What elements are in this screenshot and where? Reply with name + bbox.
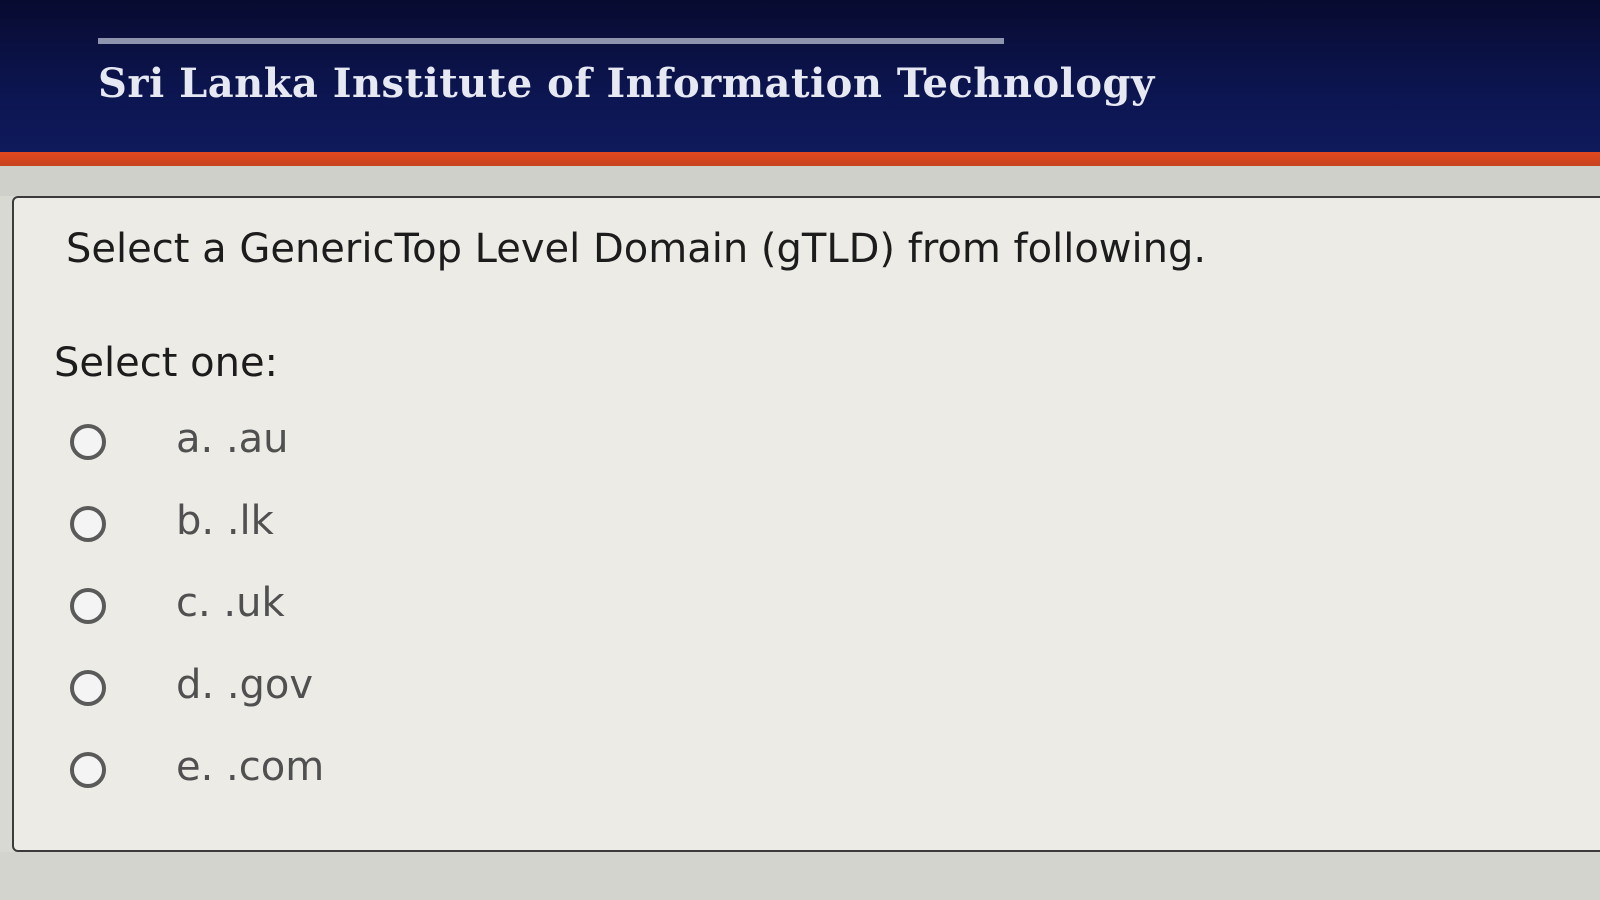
header-accent-bar bbox=[0, 152, 1600, 166]
radio-unchecked-icon[interactable] bbox=[70, 752, 106, 788]
question-text: Select a GenericTop Level Domain (gTLD) … bbox=[66, 226, 1207, 272]
radio-unchecked-icon[interactable] bbox=[70, 670, 106, 706]
radio-unchecked-icon[interactable] bbox=[70, 506, 106, 542]
site-header: Sri Lanka Institute of Information Techn… bbox=[0, 0, 1600, 152]
answer-option-c[interactable]: c. .uk bbox=[70, 578, 470, 638]
radio-unchecked-icon[interactable] bbox=[70, 588, 106, 624]
select-one-prompt: Select one: bbox=[54, 340, 279, 386]
answer-option-label[interactable]: a. .au bbox=[176, 416, 289, 462]
answer-option-e[interactable]: e. .com bbox=[70, 742, 470, 802]
answer-option-label[interactable]: d. .gov bbox=[176, 662, 313, 708]
answer-option-label[interactable]: c. .uk bbox=[176, 580, 285, 626]
institution-name: Sri Lanka Institute of Information Techn… bbox=[98, 60, 1155, 107]
answer-option-a[interactable]: a. .au bbox=[70, 414, 470, 474]
header-under-strip bbox=[0, 166, 1600, 196]
answer-option-d[interactable]: d. .gov bbox=[70, 660, 470, 720]
answer-option-b[interactable]: b. .lk bbox=[70, 496, 470, 556]
header-divider bbox=[98, 38, 1004, 44]
answer-option-label[interactable]: e. .com bbox=[176, 744, 324, 790]
page-background-strip bbox=[0, 852, 1600, 900]
answer-option-label[interactable]: b. .lk bbox=[176, 498, 274, 544]
radio-unchecked-icon[interactable] bbox=[70, 424, 106, 460]
